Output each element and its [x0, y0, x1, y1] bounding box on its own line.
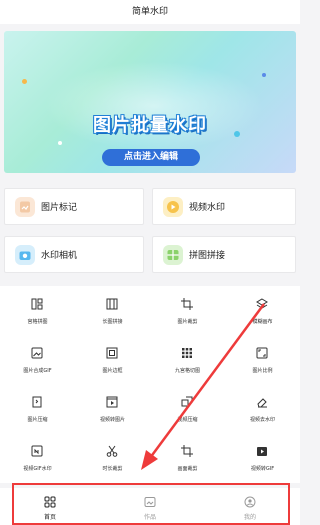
layers-icon: [256, 298, 268, 309]
tool-label: 图片裁剪: [177, 319, 198, 325]
card-video-watermark[interactable]: 视频水印: [152, 188, 296, 225]
nav-label: 作品: [143, 514, 156, 521]
eraser-icon: [257, 398, 267, 408]
tool-label: 图片合成GIF: [23, 368, 52, 374]
card-label: 图片标记: [41, 203, 78, 213]
tool-label: 图片比例: [252, 368, 273, 374]
frame-crop-icon: [181, 445, 193, 457]
banner-enter-button[interactable]: 点击进入编辑: [102, 149, 200, 166]
banner-glow: [44, 61, 264, 151]
tool-image-gif[interactable]: 图片合成GIF: [0, 341, 75, 390]
works-icon: [144, 497, 156, 507]
tool-label: 长图拼接: [102, 319, 123, 325]
tool-label: 图片边框: [102, 368, 123, 374]
tool-video-compress[interactable]: 视频压缩: [150, 390, 225, 439]
app-title: 简单水印: [131, 7, 168, 17]
nav-label: 首页: [43, 514, 56, 521]
card-label: 水印相机: [41, 251, 78, 261]
nine-grid-icon: [182, 348, 192, 358]
card-label: 视频水印: [189, 203, 226, 213]
tool-gif-watermark[interactable]: 视频GIF水印: [0, 439, 75, 488]
video-to-image-icon: [106, 396, 118, 408]
nav-label: 我的: [243, 514, 256, 521]
tool-blur-canvas[interactable]: 模糊画布: [225, 292, 300, 341]
tool-label: 视频转GIF: [250, 466, 275, 472]
app-title-bar: 简单水印: [0, 0, 300, 24]
tool-frame-crop[interactable]: 画面裁剪: [150, 439, 225, 488]
grid-collage-icon: [31, 298, 43, 310]
tool-crop[interactable]: 图片裁剪: [150, 292, 225, 341]
tool-compress[interactable]: 图片压缩: [0, 390, 75, 439]
decor-dot: [58, 141, 62, 145]
banner-title: 图片批量水印: [93, 115, 207, 136]
card-watermark-camera[interactable]: 水印相机: [4, 236, 144, 273]
tool-label: 视频去水印: [249, 417, 275, 423]
tool-label: 视频转图片: [99, 417, 125, 423]
tool-label: 宫格拼图: [27, 319, 48, 325]
video-gif-icon: [257, 447, 267, 456]
tool-duration-trim[interactable]: 时长裁剪: [75, 439, 150, 488]
tool-label: 时长裁剪: [102, 466, 123, 472]
border-icon: [106, 347, 118, 359]
card-image-mark[interactable]: 图片标记: [4, 188, 144, 225]
nav-works[interactable]: 作品: [100, 488, 200, 525]
tool-label: 九宫格切图: [174, 368, 200, 374]
profile-icon: [244, 496, 256, 508]
card-collage[interactable]: 拼图拼接: [152, 236, 296, 273]
long-image-icon: [106, 298, 118, 310]
tool-label: 画面裁剪: [177, 466, 198, 472]
crop-icon: [181, 298, 193, 310]
bottom-nav: 首页 作品 我的: [0, 488, 300, 525]
tool-label: 视频GIF水印: [23, 466, 52, 472]
tool-grid-collage[interactable]: 宫格拼图: [0, 292, 75, 341]
tool-ratio[interactable]: 图片比例: [225, 341, 300, 390]
image-gif-icon: [31, 347, 43, 359]
tool-label: 视频压缩: [177, 417, 198, 423]
tool-label: 图片压缩: [27, 417, 48, 423]
nav-home[interactable]: 首页: [0, 488, 100, 525]
tool-border[interactable]: 图片边框: [75, 341, 150, 390]
tool-long-image[interactable]: 长图拼接: [75, 292, 150, 341]
nav-profile[interactable]: 我的: [200, 488, 300, 525]
card-label: 拼图拼接: [189, 251, 226, 261]
tool-video-to-image[interactable]: 视频转图片: [75, 390, 150, 439]
decor-dot: [22, 79, 27, 84]
video-watermark-icon: [163, 196, 183, 217]
banner[interactable]: 图片批量水印 点击进入编辑: [4, 31, 296, 173]
tool-label: 模糊画布: [252, 319, 273, 325]
collage-icon: [163, 244, 183, 265]
scissors-icon: [106, 445, 118, 457]
tool-remove-watermark[interactable]: 视频去水印: [225, 390, 300, 439]
compress-icon: [32, 396, 42, 408]
tool-video-gif[interactable]: 视频转GIF: [225, 439, 300, 488]
camera-icon: [15, 244, 35, 265]
image-mark-icon: [15, 196, 35, 217]
gif-watermark-icon: [31, 445, 43, 457]
video-compress-icon: [181, 396, 193, 407]
home-grid-icon: [44, 496, 56, 508]
tool-nine-grid[interactable]: 九宫格切图: [150, 341, 225, 390]
ratio-icon: [256, 347, 268, 359]
tools-grid: 宫格拼图 长图拼接 图片裁剪 模糊画布 图片合成GIF 图片边框 九宫格切图 图…: [0, 286, 300, 483]
decor-dot: [262, 73, 266, 77]
